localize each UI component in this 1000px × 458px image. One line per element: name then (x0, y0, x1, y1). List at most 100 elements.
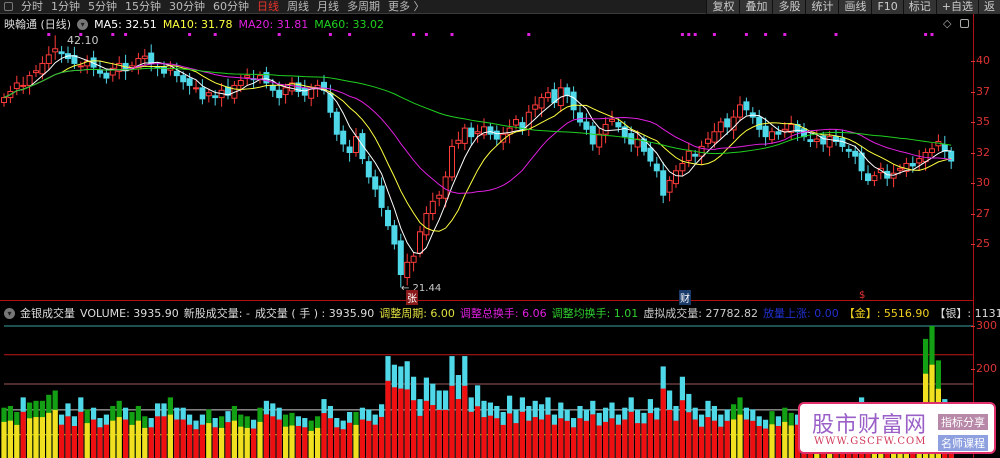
toolbar-button-8[interactable]: 返 (978, 0, 1000, 14)
candle-body (141, 55, 148, 60)
badge-teacher-course[interactable]: 名师课程 (938, 435, 988, 451)
event-mark-dollar[interactable]: $ (858, 290, 866, 301)
candle-body (813, 138, 820, 143)
candle-body (13, 82, 20, 89)
signal-dot (424, 33, 428, 36)
candle-body (647, 147, 654, 162)
candle-body (26, 75, 33, 86)
price-tick: 27 (971, 206, 990, 220)
chevron-down-icon[interactable]: ▾ (4, 307, 15, 319)
volume-bar-inner (647, 413, 653, 458)
candle-body (513, 119, 519, 126)
candle-body (333, 111, 340, 135)
volume-bar-inner (769, 424, 775, 458)
candle-body (609, 119, 615, 122)
candle-body (58, 51, 65, 55)
candle-body (660, 170, 667, 196)
volume-bar-inner (788, 425, 794, 458)
candle-body (404, 261, 411, 279)
volume-bar-inner (270, 416, 276, 458)
event-mark-zhang[interactable]: 张 (406, 290, 418, 305)
volume-bar-inner (411, 400, 417, 458)
volume-bar-inner (686, 412, 692, 458)
volume-bar-inner (750, 420, 756, 458)
candle-body (346, 146, 353, 153)
watermark-logo: 股市财富网 WWW.GSCFW.COM 指标分享 名师课程 (798, 402, 996, 454)
candle-body (653, 163, 660, 172)
volume-bar-inner (731, 419, 737, 458)
volume-bar-inner (603, 421, 609, 458)
price-tick: 37 (971, 84, 990, 98)
volume-bar-inner (718, 426, 724, 458)
candle-body (852, 150, 859, 157)
volume-bar-inner (455, 399, 461, 458)
volume-bar-inner (558, 418, 564, 458)
volume-bar-inner (59, 424, 65, 458)
candle-body (52, 48, 59, 53)
event-mark-cai[interactable]: 财 (679, 290, 691, 305)
volume-bar-inner (295, 425, 301, 458)
candle-body (781, 128, 788, 132)
price-tick: 30 (971, 176, 990, 189)
volume-bar-inner (116, 417, 122, 458)
signal-dot (527, 33, 531, 36)
candle-body (865, 173, 871, 182)
candle-body (385, 209, 391, 227)
candle-body (602, 123, 609, 135)
volume-bar-inner (737, 414, 743, 458)
signal-dot (111, 33, 115, 36)
candle-body (871, 175, 878, 182)
volume-bar-inner (353, 424, 359, 458)
candle-body (717, 121, 724, 133)
volume-bar-inner (699, 426, 705, 458)
candle-body (705, 138, 711, 144)
candle-body (212, 95, 219, 99)
volume-bar-inner (404, 389, 410, 458)
volume-bar-inner (385, 380, 391, 458)
signal-dot (764, 33, 768, 36)
volume-bar-inner (110, 420, 116, 458)
candle-body (455, 139, 462, 144)
volume-bar-inner (622, 419, 628, 458)
candle-body (845, 148, 852, 152)
volume-bar-inner (423, 400, 429, 458)
candle-body (775, 131, 782, 135)
candle-body (1, 97, 7, 103)
volume-bar-inner (756, 425, 762, 458)
panel-divider (0, 300, 973, 301)
volume-bar-inner (443, 409, 449, 458)
volume-bar-inner (654, 419, 660, 458)
signal-dot (712, 33, 716, 36)
signal-dot (124, 33, 128, 36)
candle-body (577, 112, 583, 123)
volume-bar-inner (167, 414, 173, 458)
volume-bar-inner (142, 427, 148, 458)
volume-bar-inner (679, 400, 685, 458)
volume-bar-inner (283, 426, 289, 458)
volume-tick: 200 (971, 362, 997, 375)
price-chart[interactable] (0, 0, 973, 300)
volume-bar-inner (590, 414, 596, 458)
signal-dot (412, 33, 416, 36)
volume-bar-inner (532, 417, 538, 458)
candle-body (45, 54, 52, 64)
volume-bar-inner (251, 428, 257, 458)
volume-bar-inner (359, 419, 365, 458)
candle-body (596, 133, 603, 148)
volume-bar-inner (148, 427, 154, 458)
volume-bar-inner (513, 423, 519, 458)
candle-body (410, 255, 417, 263)
volume-bar-inner (500, 424, 506, 458)
candle-body (589, 125, 596, 145)
candle-body (39, 62, 46, 75)
badge-indicator-share[interactable]: 指标分享 (938, 414, 988, 430)
volume-bar-inner (487, 415, 493, 458)
volume-bar-inner (244, 427, 250, 458)
volume-bar-inner (289, 425, 295, 458)
volume-bar-inner (257, 421, 263, 458)
volume-bar-inner (366, 420, 372, 458)
signal-dot (450, 33, 454, 36)
candle-body (301, 87, 308, 96)
volume-bar-inner (705, 417, 711, 458)
volume-bar-inner (507, 413, 513, 458)
